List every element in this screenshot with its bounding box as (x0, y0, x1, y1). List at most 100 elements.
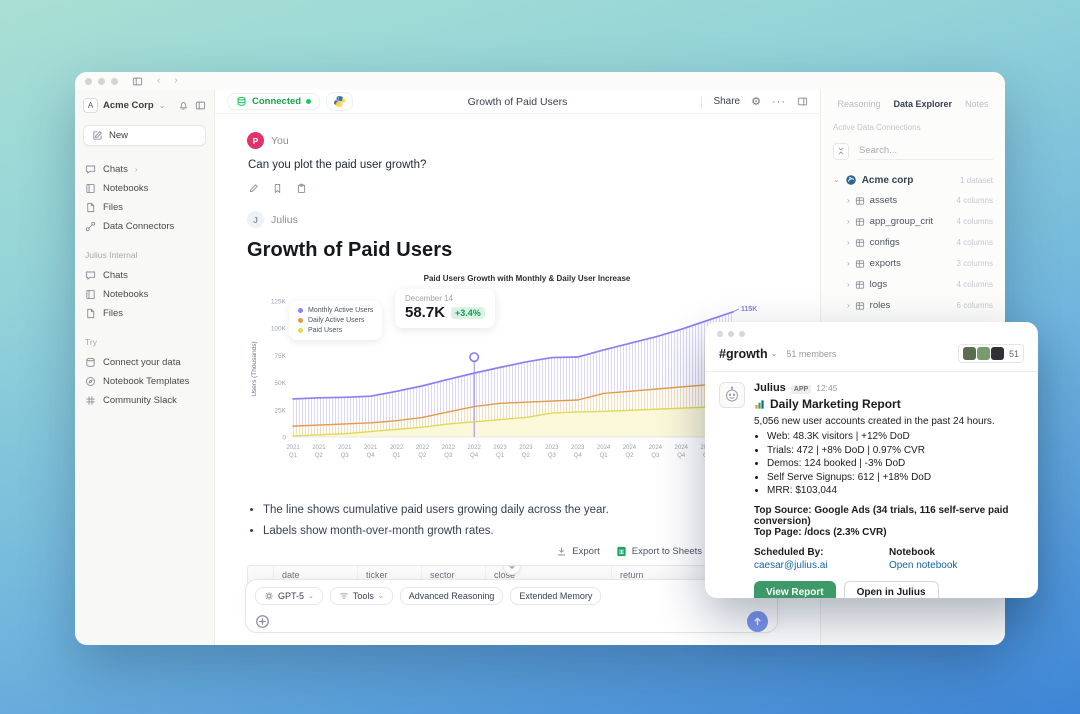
export-to-sheets-button[interactable]: Export to Sheets (616, 546, 702, 557)
tab-reasoning[interactable]: Reasoning (837, 99, 880, 109)
chevron-right-icon: › (847, 218, 850, 226)
sidebar-item-label: Connect your data (103, 357, 181, 368)
table-grid-icon (855, 259, 865, 269)
slack-channel-name[interactable]: #growth (719, 347, 768, 361)
panel-toggle-icon[interactable] (195, 100, 206, 111)
sidebar-item-notebooks[interactable]: Notebooks (83, 285, 206, 304)
report-bullet: Web: 48.3K visitors | +12% DoD (767, 431, 1024, 442)
export-button[interactable]: Export (556, 546, 599, 557)
window-maximize-button[interactable] (111, 78, 118, 85)
tree-item-roles[interactable]: ›roles6 columns (833, 295, 993, 316)
new-chat-button[interactable]: New (83, 125, 206, 146)
sidebar-item-notebook-templates[interactable]: Notebook Templates (83, 372, 206, 391)
chat-icon (85, 270, 96, 281)
legend-label: Monthly Active Users (308, 307, 373, 314)
sidebar-item-chats[interactable]: Chats› (83, 160, 206, 179)
table-grid-icon (855, 217, 865, 227)
sidebar-item-connect-your-data[interactable]: Connect your data (83, 353, 206, 372)
user-name: You (271, 135, 289, 147)
scheduled-by-link[interactable]: caesar@julius.ai (754, 560, 889, 571)
clipboard-icon[interactable] (296, 183, 307, 194)
top-page-line: Top Page: /docs (2.3% CVR) (754, 527, 1024, 538)
collapse-all-button[interactable] (833, 143, 849, 160)
tooltip-delta-badge: +3.4% (451, 307, 485, 319)
connection-acme-corp[interactable]: ⌄ Acme corp 1 dataset (833, 170, 993, 190)
view-report-button[interactable]: View Report (754, 581, 836, 598)
slack-sender-name[interactable]: Julius (754, 382, 786, 394)
tree-item-logs[interactable]: ›logs4 columns (833, 274, 993, 295)
window-close-button[interactable] (85, 78, 92, 85)
legend-label: Paid Users (308, 327, 342, 334)
slack-timestamp[interactable]: 12:45 (816, 383, 837, 393)
settings-gear-icon[interactable]: ⚙ (751, 95, 761, 108)
column-count: 4 columns (957, 217, 993, 226)
sidebar-item-community-slack[interactable]: Community Slack (83, 391, 206, 410)
report-bullet: Demos: 124 booked | -3% DoD (767, 458, 1024, 469)
slack-members-button[interactable]: 51 (958, 344, 1024, 363)
message-composer[interactable]: GPT-5 ⌄ Tools ⌄ Advanced Reasoning Extend… (245, 579, 778, 633)
legend-label: Daily Active Users (308, 317, 364, 324)
chevron-right-icon: › (847, 302, 850, 310)
tree-item-assets[interactable]: ›assets4 columns (833, 190, 993, 211)
back-icon[interactable]: ‹ (157, 76, 160, 86)
response-heading: Growth of Paid Users (247, 239, 780, 262)
chart-legend: Monthly Active Users Daily Active Users Pa… (289, 301, 382, 340)
tree-item-configs[interactable]: ›configs4 columns (833, 232, 993, 253)
python-badge[interactable] (326, 92, 353, 111)
more-options-icon[interactable]: ··· (772, 96, 786, 108)
bell-icon[interactable] (178, 100, 189, 111)
svg-text:2023Q3: 2023Q3 (545, 445, 559, 459)
sidebar-item-files[interactable]: Files (83, 304, 206, 323)
workspace-switcher[interactable]: A Acme Corp ⌄ (83, 98, 206, 113)
chevron-right-icon: › (847, 281, 850, 289)
svg-text:115K: 115K (741, 306, 757, 313)
tree-item-label: exports (870, 258, 901, 269)
chevron-down-icon: ⌄ (771, 349, 778, 358)
legend-swatch (298, 328, 303, 333)
connected-badge[interactable]: Connected (227, 93, 320, 110)
tab-data-explorer[interactable]: Data Explorer (893, 99, 952, 109)
send-button[interactable] (747, 611, 768, 632)
postgres-elephant-icon (845, 174, 857, 186)
svg-text:2023Q4: 2023Q4 (571, 445, 585, 459)
slack-window-dots (705, 322, 1038, 342)
attach-plus-button[interactable] (255, 614, 270, 629)
edit-icon[interactable] (248, 183, 259, 194)
notebook-icon (85, 289, 96, 300)
sidebar-item-notebooks[interactable]: Notebooks (83, 179, 206, 198)
svg-text:2023Q1: 2023Q1 (493, 445, 507, 459)
sidebar-item-label: Data Connectors (103, 221, 174, 232)
bookmark-icon[interactable] (272, 183, 283, 194)
sidebar-item-label: Notebooks (103, 289, 148, 300)
svg-text:2022Q4: 2022Q4 (467, 445, 481, 459)
tree-item-exports[interactable]: ›exports3 columns (833, 253, 993, 274)
assistant-name: Julius (271, 214, 298, 226)
sidebar-item-label: Notebook Templates (103, 376, 189, 387)
sidebar-item-data-connectors[interactable]: Data Connectors (83, 217, 206, 236)
workspace-logo: A (83, 98, 98, 113)
report-title: Daily Marketing Report (770, 397, 901, 411)
right-panel-toggle-icon[interactable] (797, 96, 808, 107)
sidebar-toggle-icon[interactable] (132, 76, 143, 87)
share-button[interactable]: Share (713, 96, 740, 107)
tree-item-app_group_crit[interactable]: ›app_group_crit4 columns (833, 211, 993, 232)
sidebar-item-label: Files (103, 202, 123, 213)
report-intro: 5,056 new user accounts created in the p… (754, 416, 1024, 427)
header-divider (701, 96, 702, 108)
svg-text:2024Q2: 2024Q2 (623, 445, 637, 459)
sidebar-item-files[interactable]: Files (83, 198, 206, 217)
window-minimize-button[interactable] (98, 78, 105, 85)
svg-text:125K: 125K (271, 299, 287, 306)
tools-selector[interactable]: Tools ⌄ (330, 587, 393, 605)
search-input[interactable] (857, 142, 993, 160)
open-notebook-link[interactable]: Open notebook (889, 560, 1024, 571)
composer-chip-extended-memory[interactable]: Extended Memory (510, 587, 601, 605)
open-in-julius-button[interactable]: Open in Julius (844, 581, 939, 598)
tab-notes[interactable]: Notes (965, 99, 989, 109)
response-bullet: The line shows cumulative paid users gro… (263, 504, 780, 516)
model-selector[interactable]: GPT-5 ⌄ (255, 587, 323, 605)
forward-icon[interactable]: › (174, 76, 177, 86)
export-toolbar: Export Export to Sheets (247, 546, 780, 557)
composer-chip-advanced-reasoning[interactable]: Advanced Reasoning (400, 587, 504, 605)
sidebar-item-chats[interactable]: Chats (83, 266, 206, 285)
